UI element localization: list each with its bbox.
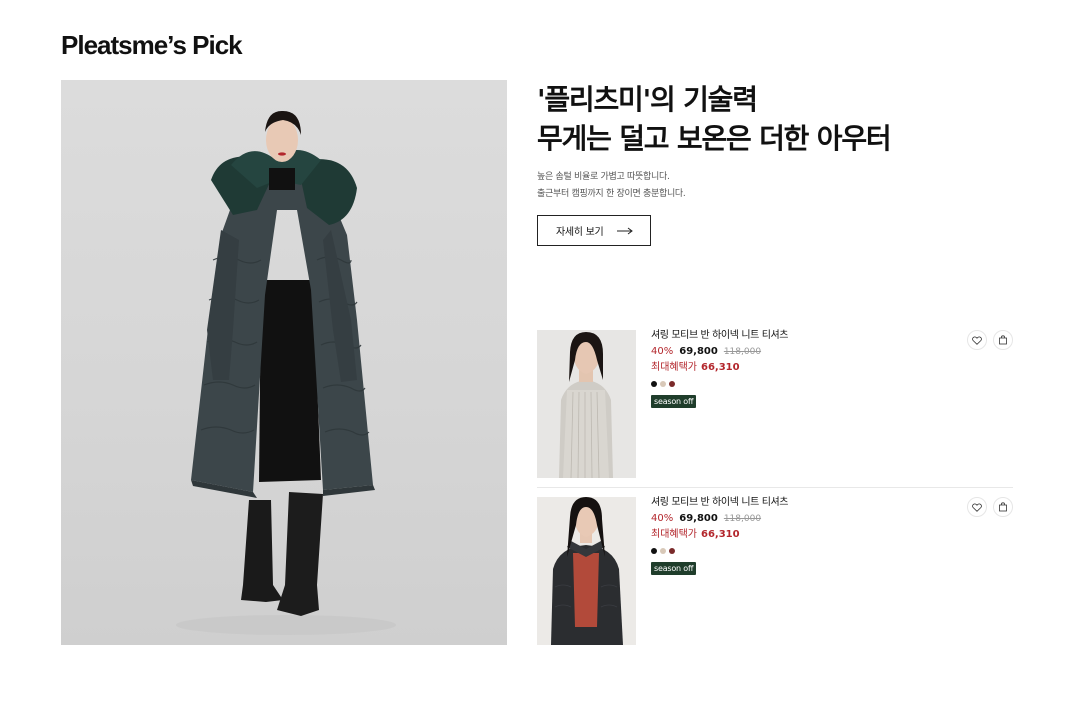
benefit-price-line: 최대혜택가 66,310 [651,361,951,374]
sale-price: 69,800 [679,346,718,357]
promo-description-line2: 출근부터 캠핑까지 한 장이면 충분합니다. [537,189,686,199]
color-swatch[interactable] [660,381,666,387]
season-off-badge: season off [651,395,697,408]
product-card[interactable]: 셔링 모티브 반 하이넥 니트 티셔츠 40% 69,800 118,000 최대혜… [537,330,1013,478]
product-thumbnail[interactable] [537,497,636,645]
product-info: 셔링 모티브 반 하이넥 니트 티셔츠 40% 69,800 118,000 최대혜… [651,497,951,575]
discount-rate: 40% [651,346,674,357]
heart-icon[interactable] [967,497,987,517]
product-photo-knit [537,330,636,478]
color-swatches [651,381,951,388]
color-swatches [651,548,951,555]
model-coat-photo [176,110,396,635]
shopping-bag-icon[interactable] [993,330,1013,350]
original-price: 118,000 [723,514,762,524]
color-swatch[interactable] [669,548,675,554]
benefit-label: 최대혜택가 [651,529,697,540]
price-line: 40% 69,800 118,000 [651,345,951,359]
product-info: 셔링 모티브 반 하이넥 니트 티셔츠 40% 69,800 118,000 최대혜… [651,330,951,408]
benefit-price-line: 최대혜택가 66,310 [651,528,951,541]
price-line: 40% 69,800 118,000 [651,512,951,526]
heart-icon[interactable] [967,330,987,350]
color-swatch[interactable] [651,548,657,554]
shopping-bag-icon[interactable] [993,497,1013,517]
product-name[interactable]: 셔링 모티브 반 하이넥 니트 티셔츠 [651,330,951,342]
hero-image[interactable] [61,80,507,645]
arrow-right-icon [617,227,634,235]
product-name[interactable]: 셔링 모티브 반 하이넥 니트 티셔츠 [651,497,951,509]
original-price: 118,000 [723,347,762,357]
product-thumbnail[interactable] [537,330,636,478]
promo-headline-line2: 무게는 덜고 보온은 더한 아우터 [537,122,892,155]
product-card[interactable]: 셔링 모티브 반 하이넥 니트 티셔츠 40% 69,800 118,000 최대혜… [537,497,1013,645]
promo-headline-line1: '플리츠미'의 기술력 [537,83,758,116]
promo-description-line1: 높은 솜털 비율로 가볍고 따뜻합니다. [537,172,670,182]
promo-section: '플리츠미'의 기술력 무게는 덜고 보온은 더한 아우터 높은 솜털 비율로 … [537,80,1017,246]
discount-rate: 40% [651,513,674,524]
season-off-badge: season off [651,562,697,575]
promo-description: 높은 솜털 비율로 가볍고 따뜻합니다. 출근부터 캠핑까지 한 장이면 충분합… [537,169,1017,203]
benefit-price: 66,310 [701,362,740,373]
product-divider [537,487,1013,488]
color-swatch[interactable] [669,381,675,387]
color-swatch[interactable] [651,381,657,387]
view-more-label: 자세히 보기 [556,227,604,238]
promo-headline: '플리츠미'의 기술력 무게는 덜고 보온은 더한 아우터 [537,80,1017,158]
sale-price: 69,800 [679,513,718,524]
section-title: Pleatsme’s Pick [61,30,243,60]
color-swatch[interactable] [660,548,666,554]
view-more-button[interactable]: 자세히 보기 [537,215,651,246]
benefit-label: 최대혜택가 [651,362,697,373]
product-photo-jacket [537,497,636,645]
benefit-price: 66,310 [701,529,740,540]
